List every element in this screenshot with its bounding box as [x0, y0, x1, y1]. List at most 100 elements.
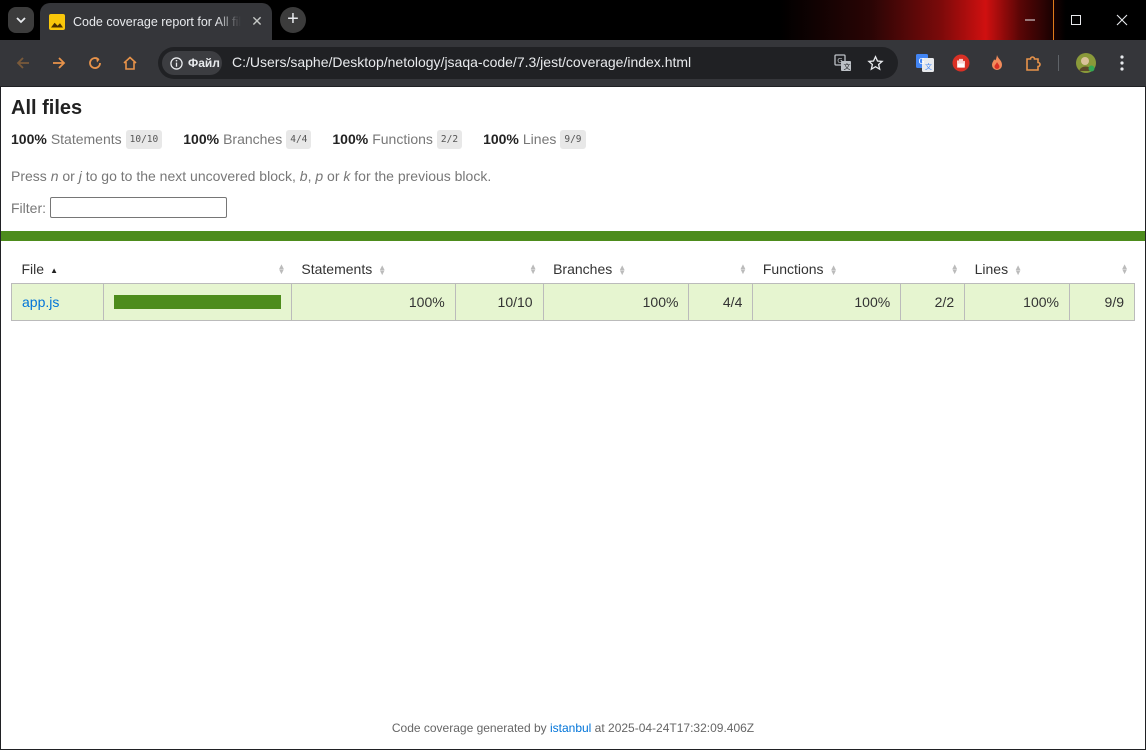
header-functions[interactable]: Functions ▲ ▼	[753, 255, 901, 283]
favicon-icon	[49, 13, 65, 30]
tab-search-button[interactable]	[8, 7, 34, 33]
minimize-button[interactable]	[1007, 0, 1053, 40]
sort-icon: ▲ ▼	[1014, 263, 1022, 278]
info-icon	[170, 56, 183, 70]
tab-close-icon[interactable]: ✕	[248, 12, 266, 30]
footer: Code coverage generated by istanbul at 2…	[1, 721, 1145, 735]
header-file[interactable]: File ▲	[12, 255, 104, 283]
header-functions-abs[interactable]: ▲ ▼	[901, 255, 965, 283]
profile-avatar[interactable]	[1076, 53, 1096, 73]
istanbul-link[interactable]: istanbul	[550, 721, 591, 735]
keyboard-hint: Press n or j to go to the next uncovered…	[11, 168, 1135, 184]
puzzle-icon	[1026, 56, 1041, 71]
summary-fraction: 4/4	[286, 129, 312, 149]
chevron-down-icon	[16, 17, 26, 24]
summary-fraction: 2/2	[436, 129, 463, 149]
summary-pct: 100%	[11, 131, 47, 147]
summary-branches: 100% Branches 4/4	[183, 129, 312, 149]
url-text[interactable]: C:/Users/saphe/Desktop/netology/jsaqa-co…	[232, 54, 691, 70]
svg-text:文: 文	[925, 62, 932, 71]
header-branches-abs[interactable]: ▲ ▼	[689, 255, 753, 283]
lines-pct: 100%	[964, 282, 1070, 321]
browser-menu-button[interactable]	[1112, 53, 1132, 73]
summary-lines: 100% Lines 9/9	[483, 129, 586, 149]
new-tab-button[interactable]: +	[280, 7, 306, 33]
filter-row: Filter:	[11, 197, 1135, 218]
hint-text: Press	[11, 168, 51, 184]
header-label: Functions	[762, 260, 824, 277]
functions-abs: 2/2	[900, 282, 966, 321]
back-button[interactable]	[11, 51, 35, 75]
statements-abs: 10/10	[454, 282, 544, 321]
coverage-bar-cell	[102, 282, 292, 321]
summary-fraction: 9/9	[560, 129, 586, 149]
translate-icon: G文	[834, 54, 851, 71]
coverage-bar	[113, 294, 281, 309]
filter-label: Filter:	[11, 199, 46, 216]
browser-tab-active[interactable]: Code coverage report for All files ✕	[40, 3, 272, 40]
sort-icon: ▲ ▼	[277, 262, 286, 276]
forward-button[interactable]	[47, 51, 71, 75]
header-lines-abs[interactable]: ▲ ▼	[1069, 255, 1134, 283]
lines-abs: 9/9	[1068, 282, 1136, 321]
home-icon	[123, 56, 137, 70]
sort-icon: ▲ ▼	[1120, 262, 1129, 276]
svg-text:文: 文	[844, 62, 851, 71]
summary-functions: 100% Functions 2/2	[332, 129, 463, 149]
star-icon	[866, 54, 884, 71]
page-title: All files	[11, 97, 83, 119]
footer-timestamp: at 2025-04-24T17:32:09.406Z	[591, 721, 755, 735]
site-info-label: Файл	[188, 56, 220, 70]
toolbar-divider	[1058, 55, 1059, 71]
header-lines[interactable]: Lines ▲ ▼	[965, 255, 1070, 283]
maximize-icon	[1071, 15, 1081, 25]
reload-button[interactable]	[83, 51, 107, 75]
header-statements-abs[interactable]: ▲ ▼	[455, 255, 543, 283]
hint-key: b	[299, 168, 308, 184]
address-bar[interactable]: Файл C:/Users/saphe/Desktop/netology/jsa…	[158, 47, 898, 79]
fire-extension[interactable]	[987, 53, 1007, 73]
adblock-extension[interactable]	[951, 53, 971, 73]
summary-pct: 100%	[483, 131, 519, 147]
coverage-table: File ▲ ▲ ▼ Statements ▲ ▼ ▲ ▼ Branches ▲ ▼ ▲ ▼ F…	[11, 255, 1136, 321]
site-info-chip[interactable]: Файл	[162, 51, 222, 75]
maximize-button[interactable]	[1053, 0, 1099, 40]
filter-input[interactable]	[50, 197, 227, 218]
hint-key: p	[315, 168, 324, 184]
close-window-button[interactable]	[1099, 0, 1145, 40]
sort-icon: ▲ ▼	[950, 262, 959, 276]
hint-text: to go to the next uncovered block,	[81, 168, 300, 184]
header-branches[interactable]: Branches ▲ ▼	[543, 255, 689, 283]
summary-statements: 100% Statements 10/10	[11, 129, 163, 149]
summary-fraction: 10/10	[125, 129, 163, 149]
tab-strip: Code coverage report for All files ✕ +	[0, 0, 1146, 40]
kebab-menu-icon	[1120, 55, 1124, 71]
hint-text: for the previous block.	[350, 168, 492, 184]
summary-pct: 100%	[183, 131, 220, 147]
translate-button[interactable]: G文	[833, 53, 853, 73]
svg-text:G: G	[919, 57, 925, 66]
fire-icon	[992, 55, 1002, 70]
header-statements[interactable]: Statements ▲ ▼	[291, 255, 455, 283]
file-link[interactable]: app.js	[22, 294, 59, 310]
bookmark-button[interactable]	[865, 53, 885, 73]
google-translate-icon: G文	[916, 54, 934, 72]
arrow-right-icon	[53, 57, 66, 69]
sort-icon: ▲ ▼	[529, 262, 538, 276]
coverage-bar-fill	[113, 294, 281, 309]
coverage-status-line	[1, 231, 1145, 241]
hand-stop-icon	[952, 54, 970, 72]
extensions-button[interactable]	[1023, 53, 1043, 73]
header-label: File	[21, 260, 45, 277]
table-header-row: File ▲ ▲ ▼ Statements ▲ ▼ ▲ ▼ Branches ▲ ▼ ▲ ▼ F…	[12, 255, 1135, 283]
coverage-summary: 100% Statements 10/10 100% Branches 4/4 …	[11, 128, 1135, 150]
google-translate-extension[interactable]: G文	[915, 53, 935, 73]
sort-icon: ▲ ▼	[618, 263, 627, 278]
header-file-bar[interactable]: ▲ ▼	[103, 255, 291, 283]
home-button[interactable]	[118, 51, 142, 75]
close-icon	[1116, 14, 1128, 26]
reload-icon	[89, 57, 101, 69]
svg-text:G: G	[837, 57, 842, 65]
sort-icon: ▲ ▼	[738, 262, 747, 276]
sort-icon: ▲ ▼	[829, 263, 838, 278]
